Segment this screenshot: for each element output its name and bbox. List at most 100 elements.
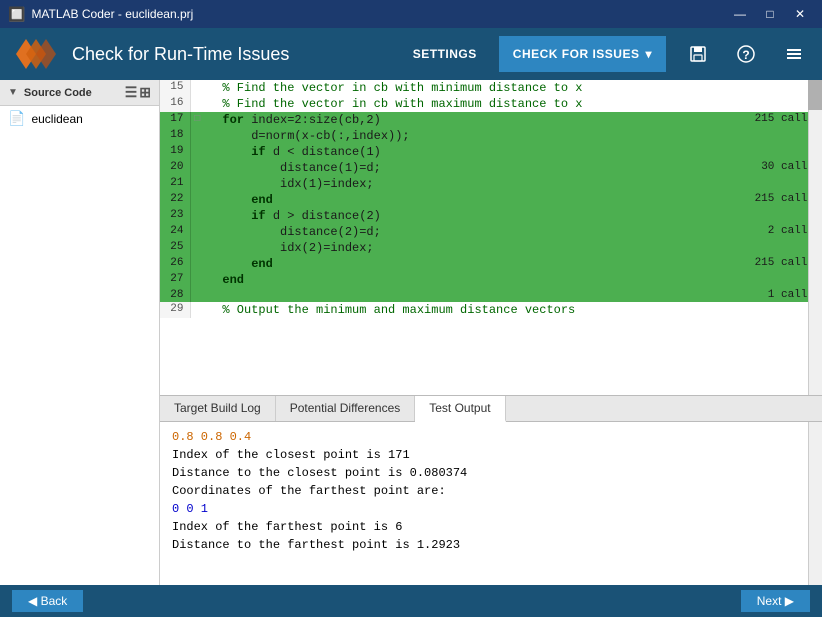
code-fold-toggle [190, 128, 204, 144]
bottom-nav: ◀ Back Next ▶ [0, 585, 822, 617]
code-table: 15 % Find the vector in cb with minimum … [160, 80, 822, 318]
call-count: 2 calls [720, 224, 822, 240]
call-count [720, 80, 822, 96]
close-button[interactable]: ✕ [786, 0, 814, 28]
scrollbar-thumb[interactable] [808, 80, 822, 110]
code-fold-toggle [190, 288, 204, 302]
main-content: ▼ Source Code ☰ ⊞ 📄 euclidean 15 % Find … [0, 80, 822, 585]
sidebar: ▼ Source Code ☰ ⊞ 📄 euclidean [0, 80, 160, 585]
back-button[interactable]: ◀ Back [12, 590, 83, 612]
code-line-content: d=norm(x-cb(:,index)); [204, 128, 720, 144]
tab-potential-differences[interactable]: Potential Differences [276, 396, 416, 421]
call-count: 215 calls [720, 256, 822, 272]
sidebar-item-label: euclidean [31, 112, 82, 126]
call-count: 215 calls [720, 112, 822, 128]
title-bar-controls: — □ ✕ [726, 0, 814, 28]
call-count [720, 302, 822, 318]
tabs-bar: Target Build Log Potential Differences T… [160, 396, 822, 422]
output-line: Coordinates of the farthest point are: [172, 482, 810, 500]
tree-view-icon[interactable]: ⊞ [139, 84, 151, 101]
file-icon: 📄 [8, 110, 25, 127]
code-line-content: % Find the vector in cb with minimum dis… [204, 80, 720, 96]
app-title: Check for Run-Time Issues [72, 44, 289, 65]
call-count: 30 calls [720, 160, 822, 176]
code-line-content: distance(2)=d; [204, 224, 720, 240]
matlab-logo [12, 34, 60, 74]
code-fold-toggle[interactable]: □ [190, 112, 204, 128]
title-bar-left: 🔲 MATLAB Coder - euclidean.prj [8, 6, 193, 23]
code-line-content: % Output the minimum and maximum distanc… [204, 302, 720, 318]
code-line-content: if d > distance(2) [204, 208, 720, 224]
line-number: 29 [160, 302, 190, 318]
sidebar-item-euclidean[interactable]: 📄 euclidean [0, 106, 159, 131]
code-fold-toggle [190, 96, 204, 112]
output-scrollbar[interactable] [808, 422, 822, 585]
toolbar-left: Check for Run-Time Issues [12, 34, 289, 74]
code-line-content: % Find the vector in cb with maximum dis… [204, 96, 720, 112]
sidebar-title: Source Code [24, 87, 92, 99]
line-number: 20 [160, 160, 190, 176]
line-number: 17 [160, 112, 190, 128]
code-fold-toggle [190, 192, 204, 208]
code-line-content: end [204, 192, 720, 208]
bottom-panel: Target Build Log Potential Differences T… [160, 395, 822, 585]
code-line-content: if d < distance(1) [204, 144, 720, 160]
output-line: Distance to the closest point is 0.08037… [172, 464, 810, 482]
save-icon[interactable] [682, 38, 714, 70]
output-line: Distance to the farthest point is 1.2923 [172, 536, 810, 554]
line-number: 18 [160, 128, 190, 144]
settings-button[interactable]: SETTINGS [407, 43, 483, 65]
code-line-content: end [204, 256, 720, 272]
next-button[interactable]: Next ▶ [741, 590, 810, 612]
list-view-icon[interactable]: ☰ [125, 84, 138, 101]
output-line: Index of the farthest point is 6 [172, 518, 810, 536]
output-line: 0.8 0.8 0.4 [172, 428, 810, 446]
title-bar: 🔲 MATLAB Coder - euclidean.prj — □ ✕ [0, 0, 822, 28]
tab-target-build-log[interactable]: Target Build Log [160, 396, 276, 421]
call-count [720, 176, 822, 192]
call-count [720, 144, 822, 160]
svg-text:?: ? [742, 48, 749, 62]
line-number: 24 [160, 224, 190, 240]
window-title: MATLAB Coder - euclidean.prj [31, 7, 193, 21]
code-fold-toggle [190, 208, 204, 224]
line-number: 23 [160, 208, 190, 224]
sidebar-expand-arrow[interactable]: ▼ [8, 87, 18, 98]
output-line: Index of the closest point is 171 [172, 446, 810, 464]
code-fold-toggle [190, 240, 204, 256]
check-issues-button[interactable]: CHECK FOR ISSUES ▾ [499, 36, 666, 72]
line-number: 27 [160, 272, 190, 288]
line-number: 16 [160, 96, 190, 112]
code-line-content: for index=2:size(cb,2) [204, 112, 720, 128]
tab-test-output[interactable]: Test Output [415, 396, 505, 422]
line-number: 19 [160, 144, 190, 160]
toolbar-right: SETTINGS CHECK FOR ISSUES ▾ ? [407, 36, 810, 72]
sidebar-header: ▼ Source Code ☰ ⊞ [0, 80, 159, 106]
minimize-button[interactable]: — [726, 0, 754, 28]
menu-icon[interactable] [778, 38, 810, 70]
code-line-content: end [204, 272, 720, 288]
line-number: 15 [160, 80, 190, 96]
call-count [720, 96, 822, 112]
code-fold-toggle [190, 302, 204, 318]
maximize-button[interactable]: □ [756, 0, 784, 28]
code-scrollbar[interactable] [808, 80, 822, 395]
code-area: 15 % Find the vector in cb with minimum … [160, 80, 822, 585]
sidebar-icons: ☰ ⊞ [125, 84, 151, 101]
code-fold-toggle [190, 80, 204, 96]
line-number: 22 [160, 192, 190, 208]
code-fold-toggle [190, 160, 204, 176]
code-line-content: idx(2)=index; [204, 240, 720, 256]
code-fold-toggle [190, 256, 204, 272]
line-number: 25 [160, 240, 190, 256]
line-number: 26 [160, 256, 190, 272]
help-icon[interactable]: ? [730, 38, 762, 70]
line-number: 28 [160, 288, 190, 302]
output-line: 0 0 1 [172, 500, 810, 518]
code-line-content: distance(1)=d; [204, 160, 720, 176]
call-count [720, 272, 822, 288]
code-fold-toggle [190, 224, 204, 240]
code-fold-toggle [190, 176, 204, 192]
app-toolbar: Check for Run-Time Issues SETTINGS CHECK… [0, 28, 822, 80]
code-scroll-area[interactable]: 15 % Find the vector in cb with minimum … [160, 80, 822, 395]
